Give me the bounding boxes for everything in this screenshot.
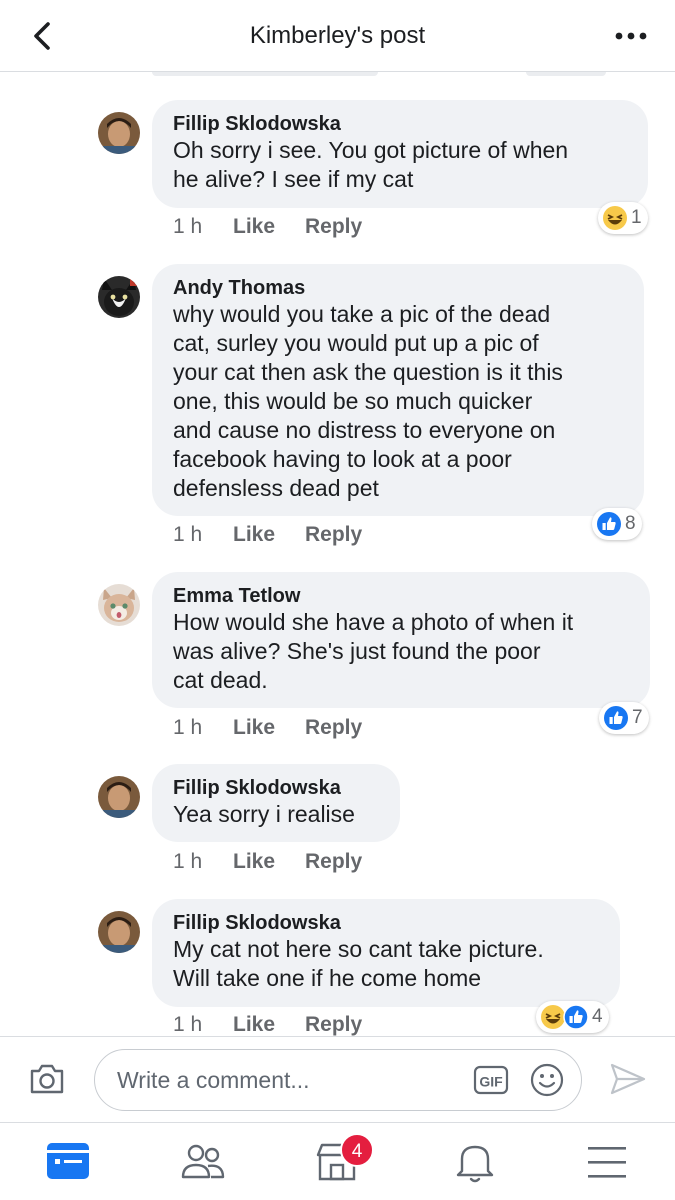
previous-reaction-edge xyxy=(526,72,606,76)
like-button[interactable]: Like xyxy=(233,850,275,874)
comment-composer: Write a comment... GIF xyxy=(0,1036,675,1122)
like-button[interactable]: Like xyxy=(233,716,275,740)
comment-bubble[interactable]: Andy Thomas why would you take a pic of … xyxy=(152,264,644,516)
comment-bubble[interactable]: Emma Tetlow How would she have a photo o… xyxy=(152,572,650,708)
comment-author[interactable]: Fillip Sklodowska xyxy=(173,776,378,800)
notifications-icon[interactable] xyxy=(450,1137,500,1187)
comment-text: Oh sorry i see. You got picture of when … xyxy=(173,137,569,192)
like-icon xyxy=(563,1004,589,1030)
comment-author[interactable]: Fillip Sklodowska xyxy=(173,911,598,935)
reaction-count: 8 xyxy=(625,513,636,534)
avatar[interactable] xyxy=(98,584,140,626)
comment-time: 1 h xyxy=(173,716,203,739)
comment-text: Yea sorry i realise xyxy=(173,801,355,827)
menu-icon[interactable] xyxy=(582,1137,632,1187)
comment-time: 1 h xyxy=(173,215,203,238)
reaction-summary[interactable]: 4 xyxy=(536,1001,609,1033)
emoji-icon[interactable] xyxy=(529,1062,565,1098)
reply-button[interactable]: Reply xyxy=(305,1013,362,1037)
comment-text: How would she have a photo of when it wa… xyxy=(173,609,574,693)
previous-comment-edge xyxy=(152,72,378,76)
reply-button[interactable]: Reply xyxy=(305,850,362,874)
bottom-tab-bar: 4 xyxy=(0,1122,675,1200)
top-bar: Kimberley's post xyxy=(0,0,675,72)
like-button[interactable]: Like xyxy=(233,1013,275,1037)
comment-author[interactable]: Fillip Sklodowska xyxy=(173,112,626,136)
comment-input[interactable]: Write a comment... GIF xyxy=(94,1049,582,1111)
news-feed-icon[interactable] xyxy=(43,1137,93,1187)
reply-button[interactable]: Reply xyxy=(305,215,362,239)
reply-button[interactable]: Reply xyxy=(305,716,362,740)
send-icon[interactable] xyxy=(608,1061,648,1097)
comment-bubble[interactable]: Fillip Sklodowska Oh sorry i see. You go… xyxy=(152,100,648,208)
avatar[interactable] xyxy=(98,911,140,953)
avatar[interactable] xyxy=(98,276,140,318)
comment-time: 1 h xyxy=(173,850,203,873)
avatar[interactable] xyxy=(98,112,140,154)
friends-icon[interactable] xyxy=(178,1137,228,1187)
like-icon xyxy=(597,512,621,536)
like-button[interactable]: Like xyxy=(233,523,275,547)
more-options-icon[interactable] xyxy=(611,20,651,52)
page-title: Kimberley's post xyxy=(249,22,426,49)
reaction-count: 1 xyxy=(631,207,642,228)
gif-icon[interactable]: GIF xyxy=(473,1064,509,1096)
reaction-summary[interactable]: 1 xyxy=(598,202,648,234)
comment-bubble[interactable]: Fillip Sklodowska My cat not here so can… xyxy=(152,899,620,1007)
reaction-count: 4 xyxy=(592,1006,603,1027)
comment-author[interactable]: Andy Thomas xyxy=(173,276,622,300)
reaction-count: 7 xyxy=(632,707,643,728)
marketplace-badge: 4 xyxy=(340,1133,374,1167)
comment-author[interactable]: Emma Tetlow xyxy=(173,584,628,608)
haha-icon xyxy=(603,206,627,230)
avatar[interactable] xyxy=(98,776,140,818)
comment-bubble[interactable]: Fillip Sklodowska Yea sorry i realise xyxy=(152,764,400,842)
comment-time: 1 h xyxy=(173,523,203,546)
reply-button[interactable]: Reply xyxy=(305,523,362,547)
reaction-summary[interactable]: 8 xyxy=(592,508,642,540)
like-button[interactable]: Like xyxy=(233,215,275,239)
camera-icon[interactable] xyxy=(28,1062,66,1096)
comment-text: My cat not here so cant take picture. Wi… xyxy=(173,936,544,991)
comment-time: 1 h xyxy=(173,1013,203,1036)
comment-input-placeholder: Write a comment... xyxy=(117,1067,310,1093)
like-icon xyxy=(604,706,628,730)
svg-text:GIF: GIF xyxy=(479,1074,503,1090)
comment-text: why would you take a pic of the dead cat… xyxy=(173,301,563,501)
reaction-summary[interactable]: 7 xyxy=(599,702,649,734)
